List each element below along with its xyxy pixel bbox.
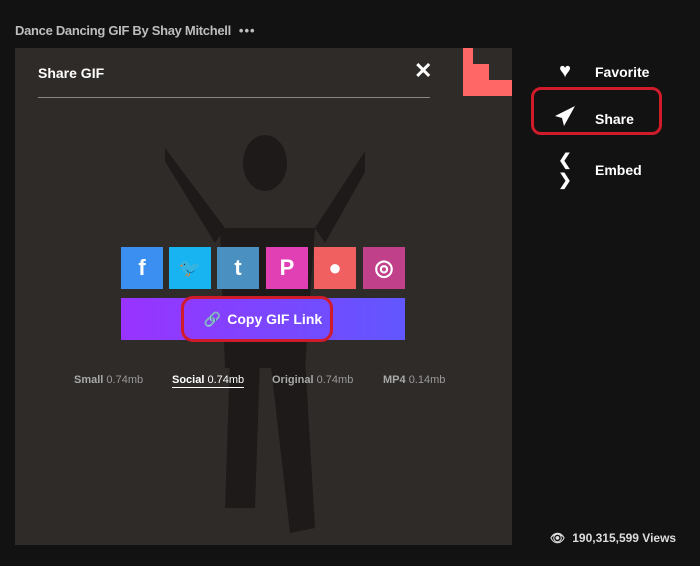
close-icon[interactable]: ✕ (414, 58, 432, 84)
size-label: Small (74, 374, 104, 386)
size-option-small[interactable]: Small 0.74mb (74, 374, 143, 386)
reddit-share-button[interactable]: ● (314, 247, 356, 289)
size-label: Social (172, 374, 205, 386)
corner-decoration (463, 48, 512, 96)
size-value: 0.14mb (408, 374, 446, 386)
size-option-mp4[interactable]: MP4 0.14mb (383, 374, 445, 386)
size-label: Original (272, 374, 314, 386)
copy-link-label: Copy GIF Link (227, 311, 323, 327)
view-count: 👁 190,315,599 Views (550, 531, 676, 545)
more-options-icon[interactable]: ••• (239, 23, 256, 38)
size-value: 0.74mb (316, 374, 354, 386)
pinterest-share-button[interactable]: P (266, 247, 308, 289)
instagram-icon: ◎ (374, 255, 394, 280)
instagram-share-button[interactable]: ◎ (363, 247, 405, 289)
embed-label: Embed (595, 162, 642, 178)
code-brackets-icon: ❮ ❯ (558, 152, 572, 189)
reddit-icon: ● (328, 255, 342, 280)
twitter-icon: 🐦 (178, 257, 202, 278)
link-icon: 🔗 (203, 310, 222, 327)
eye-icon: 👁 (550, 531, 566, 545)
size-value: 0.74mb (207, 374, 245, 386)
gif-title: Dance Dancing GIF By Shay Mitchell ••• (15, 23, 256, 38)
size-option-original[interactable]: Original 0.74mb (272, 374, 353, 386)
gif-title-text: Dance Dancing GIF By Shay Mitchell (15, 23, 231, 38)
highlight-annotation (531, 87, 662, 135)
gif-share-panel: Share GIF ✕ (15, 48, 512, 545)
share-panel-title: Share GIF (38, 65, 105, 81)
size-label: MP4 (383, 374, 406, 386)
size-value: 0.74mb (106, 374, 144, 386)
divider (38, 97, 430, 98)
copy-gif-link-button[interactable]: 🔗 Copy GIF Link (121, 298, 405, 340)
size-option-social[interactable]: Social 0.74mb (172, 374, 245, 388)
tumblr-icon: t (234, 255, 242, 280)
tumblr-share-button[interactable]: t (217, 247, 259, 289)
heart-icon: ♥ (559, 60, 571, 82)
facebook-share-button[interactable]: f (121, 247, 163, 289)
favorite-button[interactable]: ♥ Favorite (552, 60, 649, 83)
twitter-share-button[interactable]: 🐦 (169, 247, 211, 289)
embed-button[interactable]: ❮ ❯ Embed (552, 150, 642, 190)
pinterest-icon: P (279, 255, 295, 280)
facebook-icon: f (138, 255, 146, 280)
favorite-label: Favorite (595, 63, 650, 80)
views-text: 190,315,599 Views (572, 531, 677, 545)
